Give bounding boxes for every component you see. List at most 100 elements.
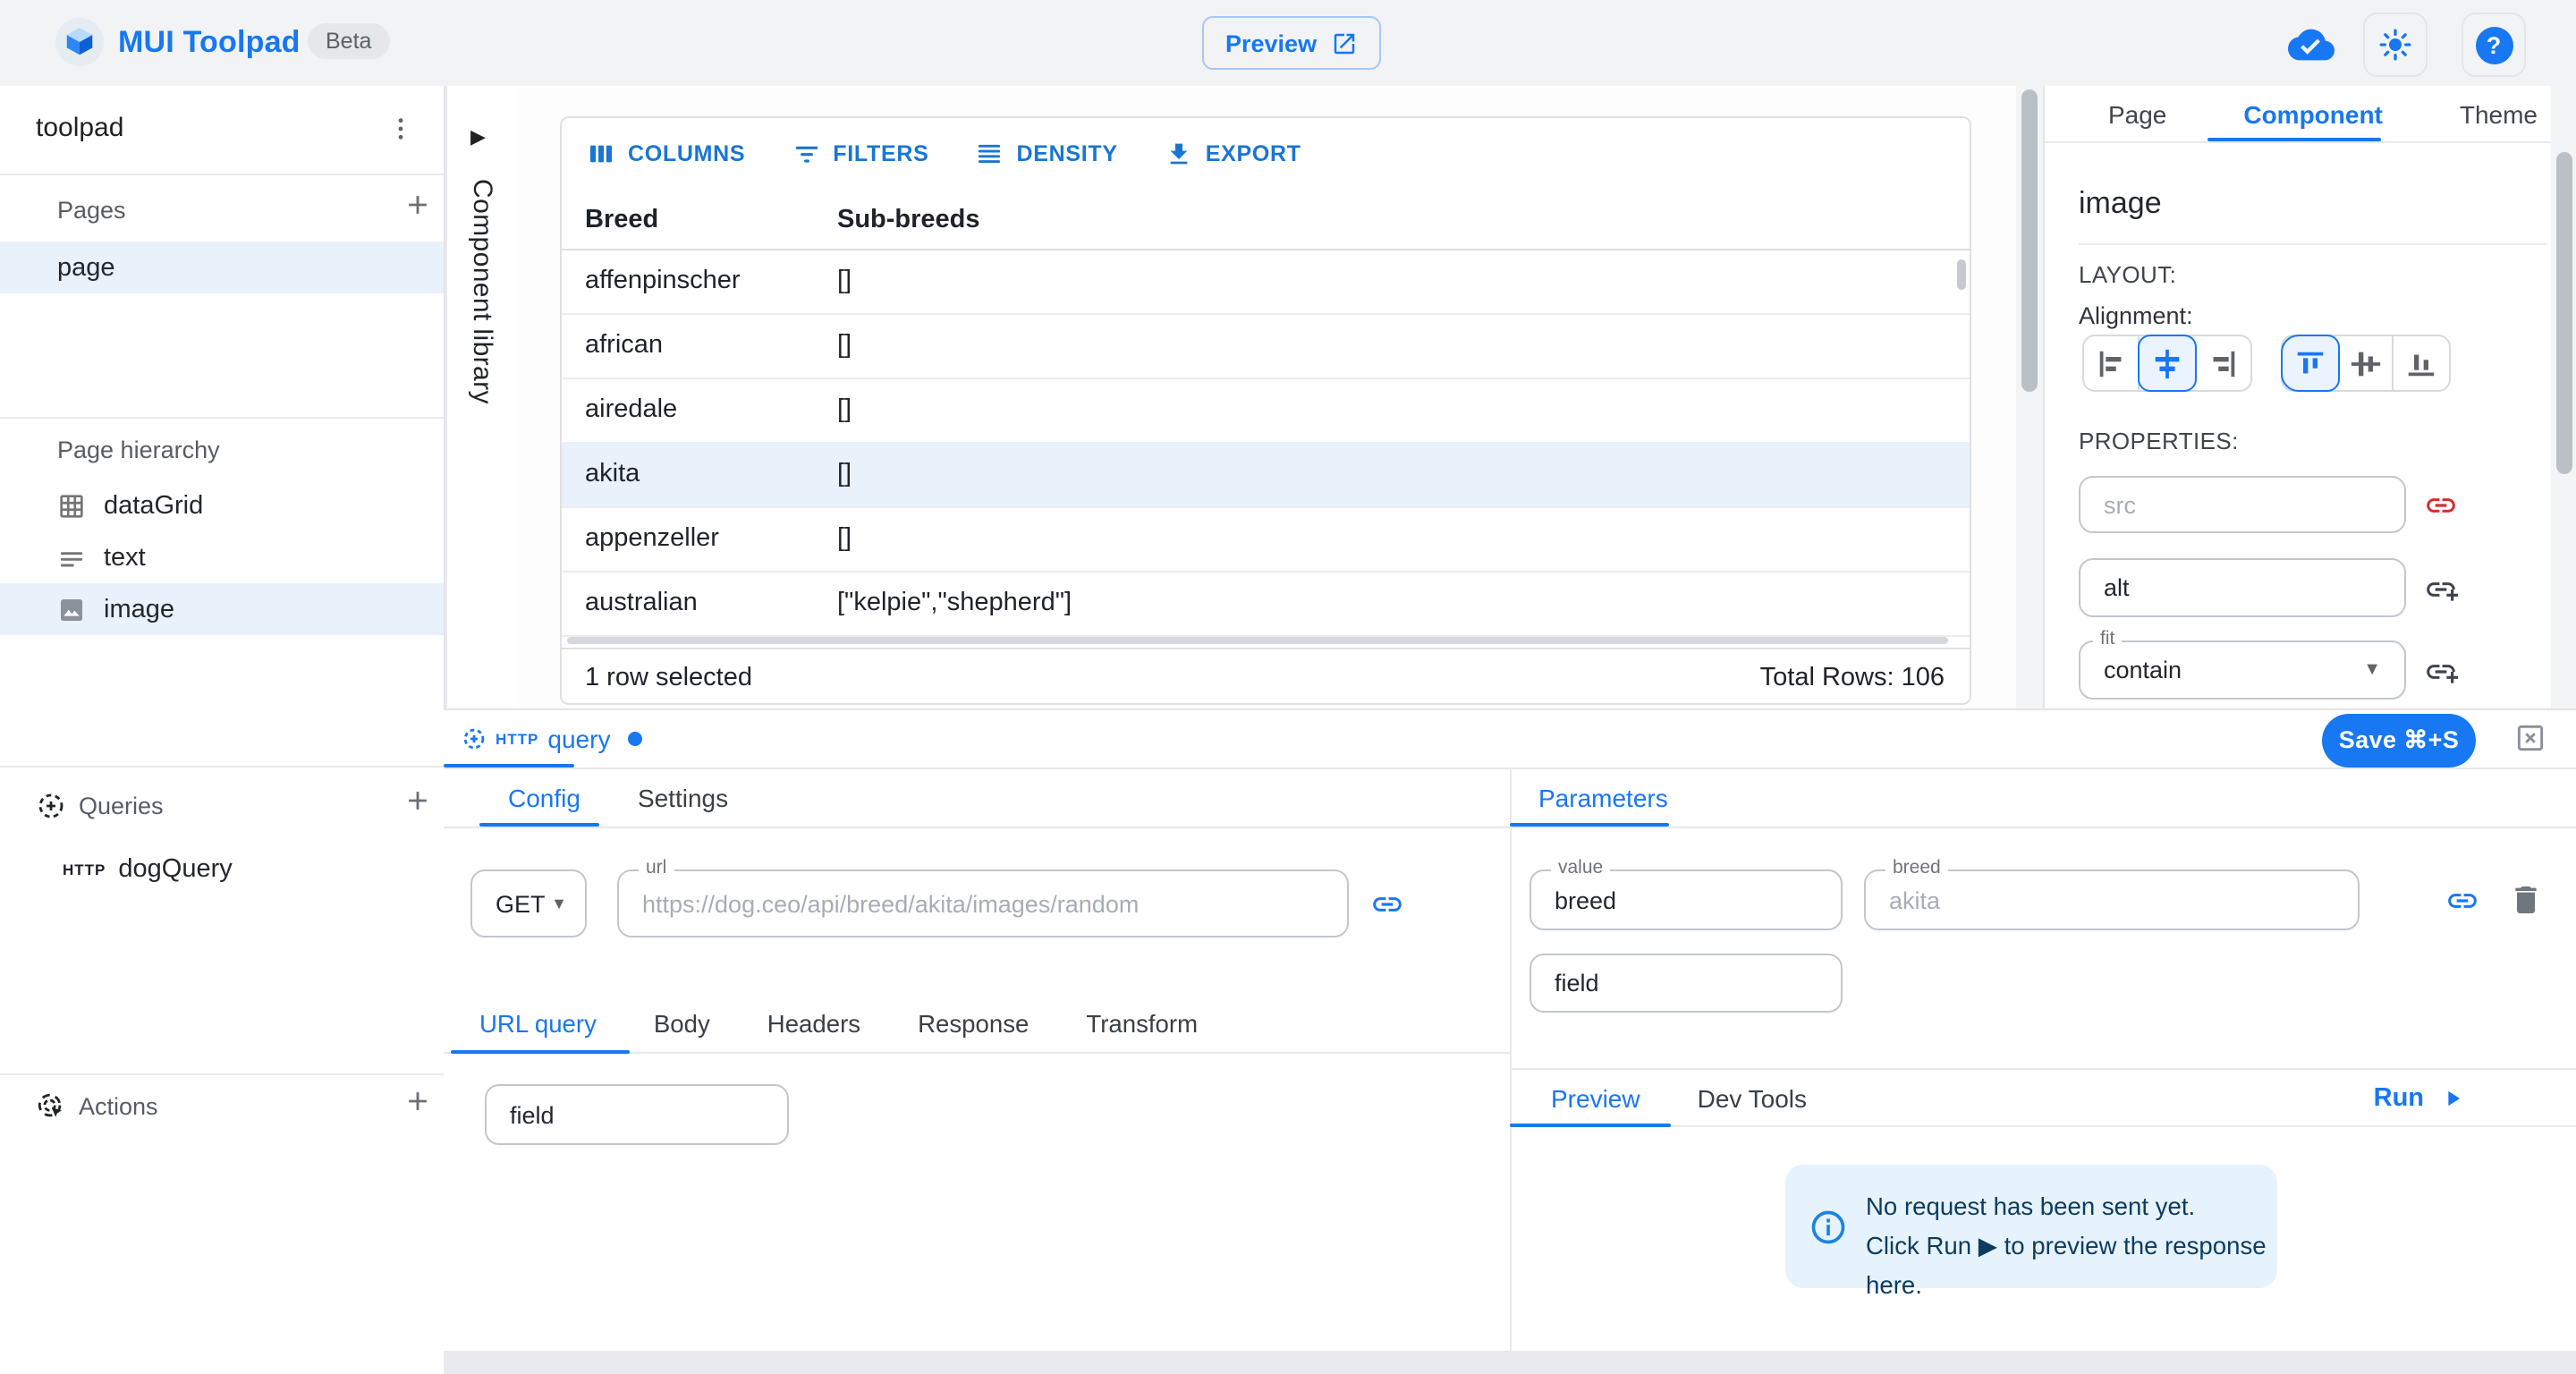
- tab-theme[interactable]: Theme: [2460, 99, 2538, 128]
- hierarchy-item-datagrid[interactable]: dataGrid: [0, 479, 444, 531]
- fit-select[interactable]: contain ▼: [2079, 640, 2406, 700]
- url-query-field[interactable]: [485, 1084, 789, 1145]
- query-icon: [462, 726, 487, 751]
- hierarchy-item-label: image: [86, 595, 174, 623]
- cell-breed: african: [585, 331, 663, 360]
- param-binding-link-icon[interactable]: [2445, 884, 2479, 918]
- preview-button[interactable]: Preview: [1202, 16, 1381, 70]
- align-bottom-button[interactable]: [2394, 336, 2449, 390]
- alt-add-binding-icon[interactable]: [2424, 572, 2458, 606]
- canvas-scrollbar-thumb[interactable]: [2021, 89, 2038, 392]
- run-play-icon: [2440, 1085, 2465, 1110]
- tab-page[interactable]: Page: [2108, 99, 2166, 128]
- align-top-button-active[interactable]: [2281, 335, 2340, 392]
- component-title: image: [2079, 186, 2162, 222]
- fit-add-binding-icon[interactable]: [2424, 655, 2458, 689]
- alt-input[interactable]: [2080, 574, 2404, 601]
- save-button[interactable]: Save ⌘+S: [2322, 714, 2476, 768]
- run-button[interactable]: Run: [2374, 1083, 2465, 1112]
- help-button[interactable]: ?: [2462, 13, 2526, 77]
- theme-toggle-button[interactable]: [2363, 13, 2428, 77]
- table-row[interactable]: african[]: [562, 313, 1970, 379]
- queries-section-label: Queries: [79, 793, 164, 819]
- align-left-button[interactable]: [2084, 336, 2140, 390]
- pages-section-label: Pages: [57, 197, 126, 224]
- param-name-field[interactable]: [1864, 869, 2360, 930]
- param-name-input[interactable]: [1866, 886, 2358, 913]
- align-right-button[interactable]: [2195, 336, 2250, 390]
- align-center-button-active[interactable]: [2138, 335, 2197, 392]
- hierarchy-item-text[interactable]: text: [0, 531, 444, 583]
- hierarchy-item-image[interactable]: image: [0, 583, 444, 635]
- query-item-dogquery[interactable]: HTTP dogQuery: [0, 843, 444, 895]
- tab-parameters[interactable]: Parameters: [1510, 783, 1697, 811]
- datagrid-component[interactable]: COLUMNS FILTERS DENSITY EXPORT Breed Sub…: [560, 116, 1971, 705]
- save-button-label: Save ⌘+S: [2339, 726, 2460, 755]
- tab-body[interactable]: Body: [625, 1010, 739, 1037]
- column-header-subbreeds[interactable]: Sub-breeds: [837, 205, 980, 233]
- param-value-field[interactable]: [1530, 869, 1843, 930]
- delete-param-icon[interactable]: [2508, 882, 2544, 918]
- src-field[interactable]: [2079, 476, 2406, 533]
- grid-horizontal-scrollbar-thumb[interactable]: [567, 637, 1948, 644]
- component-library-strip[interactable]: ▶ Component library: [445, 86, 521, 708]
- table-row[interactable]: appenzeller[]: [562, 506, 1970, 572]
- param-extra-field[interactable]: [1530, 954, 1843, 1013]
- sidebar-item-page[interactable]: page: [0, 242, 444, 293]
- export-download-icon: [1165, 140, 1193, 168]
- info-alert: No request has been sent yet. Click Run …: [1785, 1165, 2277, 1288]
- expand-arrow-icon[interactable]: ▶: [470, 125, 486, 148]
- tab-component[interactable]: Component: [2243, 99, 2383, 128]
- close-panel-button[interactable]: [2513, 721, 2547, 755]
- chevron-down-icon: ▼: [2363, 660, 2381, 680]
- method-value: GET: [496, 890, 546, 917]
- tab-preview[interactable]: Preview: [1510, 1083, 1669, 1112]
- query-tab[interactable]: HTTP query: [444, 710, 2576, 768]
- table-row[interactable]: airedale[]: [562, 377, 1970, 444]
- param-value-input[interactable]: [1531, 886, 1841, 913]
- project-menu-button[interactable]: [379, 107, 422, 150]
- url-query-input[interactable]: [487, 1101, 787, 1128]
- tab-config[interactable]: Config: [479, 783, 609, 811]
- divider: [2079, 243, 2547, 245]
- canvas-scrollbar[interactable]: [2016, 86, 2043, 708]
- method-select[interactable]: GET ▼: [470, 869, 587, 937]
- tab-headers[interactable]: Headers: [739, 1010, 889, 1037]
- unsaved-dot: [628, 732, 642, 746]
- grid-vertical-scrollbar-thumb[interactable]: [1957, 259, 1966, 290]
- add-action-button[interactable]: [392, 1084, 444, 1118]
- align-horizontal-right-icon: [2206, 346, 2240, 380]
- alert-line-1: No request has been sent yet.: [1866, 1188, 2277, 1227]
- density-button[interactable]: DENSITY: [976, 140, 1118, 168]
- info-icon: [1809, 1208, 1848, 1247]
- param-value-label: value: [1551, 859, 1610, 878]
- hierarchy-item-label: dataGrid: [86, 491, 203, 520]
- url-field[interactable]: [617, 869, 1349, 937]
- tab-response[interactable]: Response: [889, 1010, 1057, 1037]
- tab-dev-tools[interactable]: Dev Tools: [1669, 1083, 1835, 1112]
- tab-settings[interactable]: Settings: [609, 783, 757, 811]
- tab-transform[interactable]: Transform: [1057, 1010, 1226, 1037]
- column-header-breed[interactable]: Breed: [585, 205, 658, 233]
- tab-url-query[interactable]: URL query: [451, 1010, 625, 1037]
- url-binding-link-icon[interactable]: [1370, 887, 1404, 921]
- align-middle-button[interactable]: [2338, 336, 2394, 390]
- filters-button[interactable]: FILTERS: [792, 140, 928, 168]
- table-row[interactable]: australian["kelpie","shepherd"]: [562, 571, 1970, 637]
- horizontal-scrollbar-track[interactable]: [444, 1351, 2576, 1374]
- add-page-button[interactable]: [392, 188, 444, 222]
- src-binding-link-icon[interactable]: [2424, 488, 2458, 522]
- columns-button[interactable]: COLUMNS: [587, 140, 745, 168]
- inspector-scrollbar-thumb[interactable]: [2556, 152, 2572, 474]
- cell-subbreeds: []: [837, 395, 852, 424]
- src-input[interactable]: [2080, 491, 2404, 518]
- url-input[interactable]: [619, 890, 1347, 917]
- table-row[interactable]: affenpinscher[]: [562, 249, 1970, 315]
- export-button[interactable]: EXPORT: [1165, 140, 1301, 168]
- alt-field[interactable]: [2079, 558, 2406, 617]
- cell-breed: affenpinscher: [585, 267, 741, 295]
- inspector-scrollbar[interactable]: [2551, 86, 2576, 708]
- add-query-button[interactable]: [392, 784, 444, 818]
- table-row-selected[interactable]: akita[]: [562, 442, 1970, 508]
- param-extra-input[interactable]: [1531, 970, 1841, 997]
